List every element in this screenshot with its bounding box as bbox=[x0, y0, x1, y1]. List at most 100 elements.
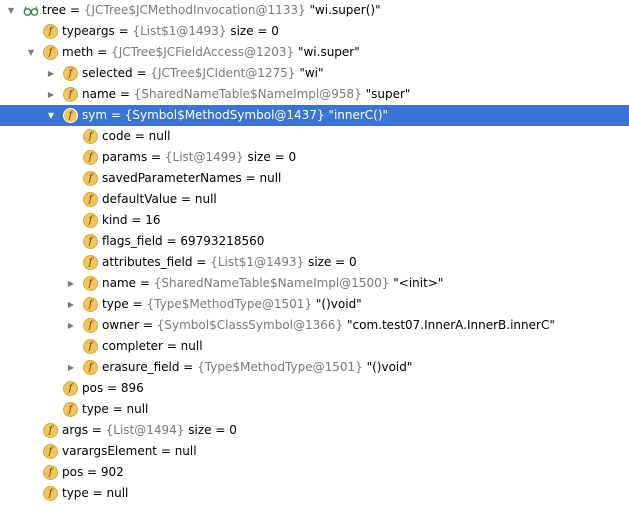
field-icon: f bbox=[43, 486, 58, 501]
expand-arrow-icon[interactable]: ▶ bbox=[65, 273, 77, 294]
collapse-arrow-icon[interactable]: ▼ bbox=[45, 105, 57, 126]
tree-row-type[interactable]: f type = null bbox=[0, 399, 629, 420]
tree-row-completer[interactable]: f completer = null bbox=[0, 336, 629, 357]
tree-row-type[interactable]: ▶ f type = {Type$MethodType@1501} "()void" bbox=[0, 294, 629, 315]
tree-row-kind[interactable]: f kind = 16 bbox=[0, 210, 629, 231]
equals-sign: = bbox=[179, 360, 198, 374]
field-icon: f bbox=[83, 171, 98, 186]
tree-row-params[interactable]: f params = {List@1499} size = 0 bbox=[0, 147, 629, 168]
tree-row-text: name = {SharedNameTable$NameImpl@958} "s… bbox=[82, 84, 410, 105]
field-value: "wi.super()" bbox=[309, 3, 381, 17]
field-name: type bbox=[102, 297, 129, 311]
field-value: "wi.super" bbox=[297, 45, 360, 59]
equals-sign: = bbox=[241, 171, 260, 185]
tree-row-text: code = null bbox=[102, 126, 171, 147]
equals-sign: = bbox=[139, 318, 157, 332]
tree-row-sym[interactable]: ▼ f sym = {Symbol$MethodSymbol@1437} "inne… bbox=[0, 105, 629, 126]
tree-row-varargsElement[interactable]: f varargsElement = null bbox=[0, 441, 629, 462]
field-name: pos bbox=[62, 465, 84, 479]
field-value: "super" bbox=[365, 87, 411, 101]
tree-row-args[interactable]: f args = {List@1494} size = 0 bbox=[0, 420, 629, 441]
equals-sign: = bbox=[116, 87, 134, 101]
expand-arrow-icon[interactable]: ▶ bbox=[65, 315, 77, 336]
field-icon: f bbox=[83, 192, 98, 207]
equals-sign: = bbox=[177, 192, 195, 206]
field-value: "()void" bbox=[366, 360, 413, 374]
field-icon: f bbox=[83, 213, 98, 228]
tree-row-text: attributes_field = {List$1@1493} size = … bbox=[102, 252, 357, 273]
tree-row-text: typeargs = {List$1@1493} size = 0 bbox=[62, 21, 279, 42]
tree-row-selected[interactable]: ▶ f selected = {JCTree$JCIdent@1275} "wi" bbox=[0, 63, 629, 84]
tree-row-savedParameterNames[interactable]: f savedParameterNames = null bbox=[0, 168, 629, 189]
tree-row-attributes_field[interactable]: f attributes_field = {List$1@1493} size =… bbox=[0, 252, 629, 273]
object-reference: {Symbol$MethodSymbol@1437} bbox=[124, 108, 325, 122]
tree-row-text: sym = {Symbol$MethodSymbol@1437} "innerC… bbox=[82, 105, 388, 126]
tree-row-flags_field[interactable]: f flags_field = 69793218560 bbox=[0, 231, 629, 252]
collapse-arrow-icon[interactable]: ▼ bbox=[25, 42, 37, 63]
field-value: "wi" bbox=[299, 66, 324, 80]
tree-row-text: erasure_field = {Type$MethodType@1501} "… bbox=[102, 357, 412, 378]
field-name: type bbox=[82, 402, 109, 416]
equals-sign: = bbox=[87, 423, 106, 437]
expand-arrow-icon[interactable]: ▶ bbox=[45, 63, 57, 84]
field-icon: f bbox=[83, 360, 98, 375]
tree-row-name[interactable]: ▶ f name = {SharedNameTable$NameImpl@1500}… bbox=[0, 273, 629, 294]
object-reference: {JCTree$JCMethodInvocation@1133} bbox=[83, 3, 306, 17]
field-value: 16 bbox=[145, 213, 161, 227]
collapse-arrow-icon[interactable]: ▼ bbox=[5, 0, 17, 21]
tree-row-typeargs[interactable]: f typeargs = {List$1@1493} size = 0 bbox=[0, 21, 629, 42]
object-reference: {JCTree$JCIdent@1275} bbox=[150, 66, 296, 80]
field-icon: f bbox=[83, 297, 98, 312]
object-reference: {List$1@1493} bbox=[210, 255, 305, 269]
expand-arrow-icon[interactable]: ▶ bbox=[65, 294, 77, 315]
variables-tree[interactable]: ▼ tree = {JCTree$JCMethodInvocation@1133}… bbox=[0, 0, 629, 504]
field-name: varargsElement bbox=[62, 444, 158, 458]
field-name: code bbox=[102, 129, 131, 143]
tree-row-text: name = {SharedNameTable$NameImpl@1500} "… bbox=[102, 273, 443, 294]
tree-row-text: type = {Type$MethodType@1501} "()void" bbox=[102, 294, 362, 315]
field-name: owner bbox=[102, 318, 140, 332]
tree-row-code[interactable]: f code = null bbox=[0, 126, 629, 147]
tree-row-text: selected = {JCTree$JCIdent@1275} "wi" bbox=[82, 63, 324, 84]
tree-row-owner[interactable]: ▶ f owner = {Symbol$ClassSymbol@1366} "com… bbox=[0, 315, 629, 336]
tree-row-text: varargsElement = null bbox=[62, 441, 197, 462]
field-icon: f bbox=[43, 45, 58, 60]
expand-arrow-icon[interactable]: ▶ bbox=[45, 84, 57, 105]
tree-row-type[interactable]: f type = null bbox=[0, 483, 629, 504]
equals-sign: = bbox=[127, 213, 146, 227]
tree-row-defaultValue[interactable]: f defaultValue = null bbox=[0, 189, 629, 210]
field-value: size = 0 bbox=[188, 423, 237, 437]
field-name: defaultValue bbox=[102, 192, 178, 206]
equals-sign: = bbox=[136, 276, 154, 290]
object-reference: {Type$MethodType@1501} bbox=[146, 297, 313, 311]
field-name: pos bbox=[82, 381, 104, 395]
tree-row-tree[interactable]: ▼ tree = {JCTree$JCMethodInvocation@1133}… bbox=[0, 0, 629, 21]
equals-sign: = bbox=[162, 339, 181, 353]
tree-row-name[interactable]: ▶ f name = {SharedNameTable$NameImpl@958} … bbox=[0, 84, 629, 105]
tree-row-text: args = {List@1494} size = 0 bbox=[62, 420, 237, 441]
tree-row-text: flags_field = 69793218560 bbox=[102, 231, 264, 252]
tree-row-text: completer = null bbox=[102, 336, 203, 357]
field-icon: f bbox=[43, 465, 58, 480]
equals-sign: = bbox=[66, 3, 84, 17]
field-icon: f bbox=[83, 318, 98, 333]
field-name: name bbox=[82, 87, 117, 101]
expand-arrow-icon[interactable]: ▶ bbox=[65, 357, 77, 378]
field-name: type bbox=[62, 486, 89, 500]
tree-row-pos[interactable]: f pos = 902 bbox=[0, 462, 629, 483]
field-icon: f bbox=[83, 339, 98, 354]
tree-row-text: type = null bbox=[82, 399, 148, 420]
tree-row-text: kind = 16 bbox=[102, 210, 160, 231]
field-name: savedParameterNames bbox=[102, 171, 242, 185]
tree-row-pos[interactable]: f pos = 896 bbox=[0, 378, 629, 399]
object-reference: {Symbol$ClassSymbol@1366} bbox=[156, 318, 344, 332]
field-name: attributes_field bbox=[102, 255, 193, 269]
field-icon: f bbox=[83, 255, 98, 270]
field-value: "<init>" bbox=[393, 276, 444, 290]
field-name: completer bbox=[102, 339, 163, 353]
field-value: size = 0 bbox=[247, 150, 297, 164]
field-icon: f bbox=[83, 129, 98, 144]
tree-row-erasure_field[interactable]: ▶ f erasure_field = {Type$MethodType@1501}… bbox=[0, 357, 629, 378]
object-reference: {SharedNameTable$NameImpl@1500} bbox=[153, 276, 390, 290]
tree-row-meth[interactable]: ▼ f meth = {JCTree$JCFieldAccess@1203} "wi… bbox=[0, 42, 629, 63]
